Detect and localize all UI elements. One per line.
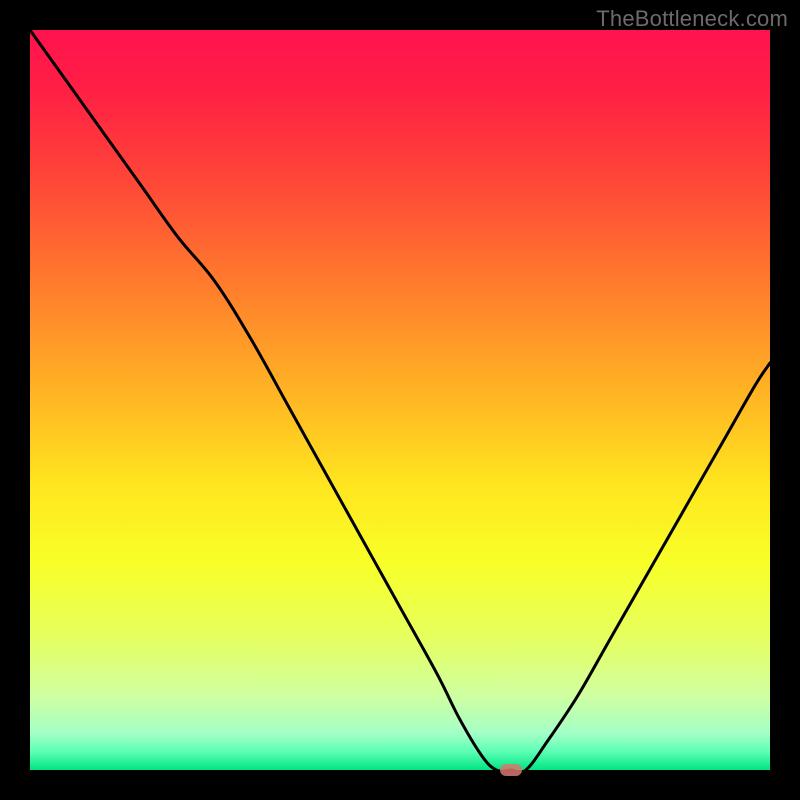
chart-frame: TheBottleneck.com <box>0 0 800 800</box>
watermark-text: TheBottleneck.com <box>596 6 788 32</box>
optimal-marker <box>500 764 522 776</box>
gradient-background <box>30 30 770 770</box>
bottleneck-chart <box>30 30 770 770</box>
